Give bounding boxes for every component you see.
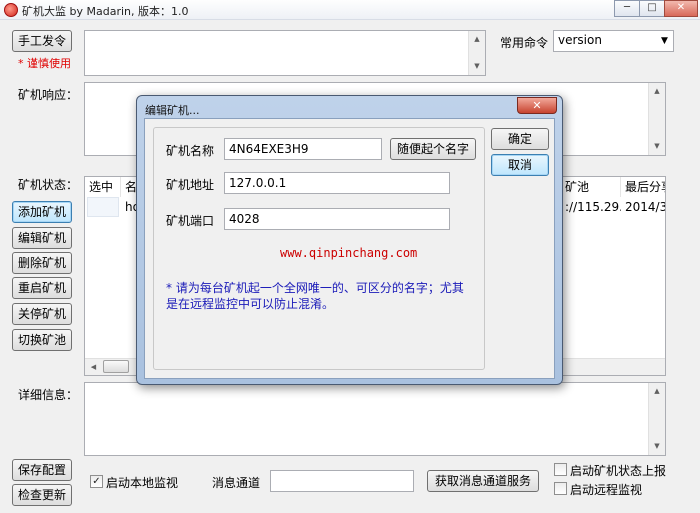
edit-miner-dialog: 编辑矿机... ✕ 矿机名称 4N64EXE3H9 随便起个名字 矿机地址 12… bbox=[136, 95, 563, 385]
add-miner-button[interactable]: 添加矿机 bbox=[12, 201, 72, 223]
channel-label: 消息通道 bbox=[212, 476, 261, 490]
scroll-down-icon[interactable]: ▼ bbox=[469, 58, 485, 75]
window-title: 矿机大监 by Madarin, 版本：1.0 bbox=[22, 5, 189, 18]
switch-pool-button[interactable]: 切换矿池 bbox=[12, 329, 72, 351]
random-name-button[interactable]: 随便起个名字 bbox=[390, 138, 476, 160]
scroll-down-icon[interactable]: ▼ bbox=[649, 438, 665, 455]
response-scrollbar[interactable]: ▲ ▼ bbox=[648, 83, 665, 155]
scroll-up-icon[interactable]: ▲ bbox=[469, 31, 485, 48]
edit-miner-button[interactable]: 编辑矿机 bbox=[12, 227, 72, 249]
dialog-title: 编辑矿机... bbox=[145, 104, 200, 117]
response-label: 矿机响应： bbox=[18, 88, 79, 102]
miner-info-group: 矿机名称 4N64EXE3H9 随便起个名字 矿机地址 127.0.0.1 矿机… bbox=[153, 127, 485, 370]
minimize-button[interactable]: ─ bbox=[614, 0, 640, 17]
scroll-up-icon[interactable]: ▲ bbox=[649, 383, 665, 400]
miner-name-label: 矿机名称 bbox=[166, 144, 215, 158]
window-titlebar: 矿机大监 by Madarin, 版本：1.0 ─ □ ✕ bbox=[0, 0, 700, 20]
common-command-label: 常用命令 bbox=[500, 36, 549, 50]
local-monitor-checkbox[interactable]: ✓ bbox=[90, 475, 103, 488]
hint-text: * 请为每台矿机起一个全网唯一的、可区分的名字；尤其是在远程监控中可以防止混淆。 bbox=[166, 281, 464, 311]
report-status-checkbox[interactable] bbox=[554, 463, 567, 476]
shutdown-miner-button[interactable]: 关停矿机 bbox=[12, 303, 72, 325]
watermark-text: www.qinpinchang.com bbox=[280, 246, 418, 260]
column-header-pool[interactable]: 矿池 bbox=[561, 177, 621, 197]
maximize-button[interactable]: □ bbox=[639, 0, 665, 17]
row-last-share-cell[interactable]: 2014/3/2 bbox=[621, 197, 665, 217]
miner-name-input[interactable]: 4N64EXE3H9 bbox=[224, 138, 382, 160]
miner-port-input[interactable]: 4028 bbox=[224, 208, 450, 230]
details-label: 详细信息： bbox=[18, 388, 79, 402]
common-command-select[interactable]: version ▼ bbox=[553, 30, 674, 52]
chevron-down-icon[interactable]: ▼ bbox=[656, 31, 673, 51]
remote-monitor-label: 启动远程监视 bbox=[570, 483, 643, 497]
warning-text: * 谨慎使用 bbox=[18, 57, 71, 70]
column-header-last-share[interactable]: 最后分享时 bbox=[621, 177, 665, 197]
scroll-thumb[interactable] bbox=[103, 360, 129, 373]
scroll-up-icon[interactable]: ▲ bbox=[649, 83, 665, 100]
common-command-value: version bbox=[558, 33, 602, 47]
details-scrollbar[interactable]: ▲ ▼ bbox=[648, 383, 665, 455]
dialog-client-area: 矿机名称 4N64EXE3H9 随便起个名字 矿机地址 127.0.0.1 矿机… bbox=[144, 118, 555, 379]
command-input[interactable]: ▲ ▼ bbox=[84, 30, 486, 76]
delete-miner-button[interactable]: 删除矿机 bbox=[12, 252, 72, 274]
local-monitor-label: 启动本地监视 bbox=[106, 476, 179, 490]
command-scrollbar[interactable]: ▲ ▼ bbox=[468, 31, 485, 75]
miner-port-label: 矿机端口 bbox=[166, 214, 215, 228]
channel-input[interactable] bbox=[270, 470, 414, 492]
details-textarea[interactable]: ▲ ▼ bbox=[84, 382, 666, 456]
manual-command-button[interactable]: 手工发令 bbox=[12, 30, 72, 52]
save-config-button[interactable]: 保存配置 bbox=[12, 459, 72, 481]
dialog-cancel-button[interactable]: 取消 bbox=[491, 154, 549, 176]
report-status-label: 启动矿机状态上报 bbox=[570, 464, 667, 478]
restart-miner-button[interactable]: 重启矿机 bbox=[12, 277, 72, 299]
miner-address-input[interactable]: 127.0.0.1 bbox=[224, 172, 450, 194]
row-pool-cell[interactable]: ://115.29. bbox=[561, 197, 621, 217]
get-channel-service-button[interactable]: 获取消息通道服务 bbox=[427, 470, 539, 492]
scroll-left-icon[interactable]: ◀ bbox=[85, 359, 102, 375]
scroll-down-icon[interactable]: ▼ bbox=[649, 138, 665, 155]
remote-monitor-checkbox[interactable] bbox=[554, 482, 567, 495]
close-button[interactable]: ✕ bbox=[664, 0, 698, 17]
row-select-cell[interactable] bbox=[87, 197, 119, 217]
check-update-button[interactable]: 检查更新 bbox=[12, 484, 72, 506]
dialog-ok-button[interactable]: 确定 bbox=[491, 128, 549, 150]
status-label: 矿机状态： bbox=[18, 178, 79, 192]
dialog-close-button[interactable]: ✕ bbox=[517, 97, 557, 114]
miner-address-label: 矿机地址 bbox=[166, 178, 215, 192]
app-icon bbox=[4, 3, 18, 17]
column-header-select[interactable]: 选中 bbox=[85, 177, 121, 197]
